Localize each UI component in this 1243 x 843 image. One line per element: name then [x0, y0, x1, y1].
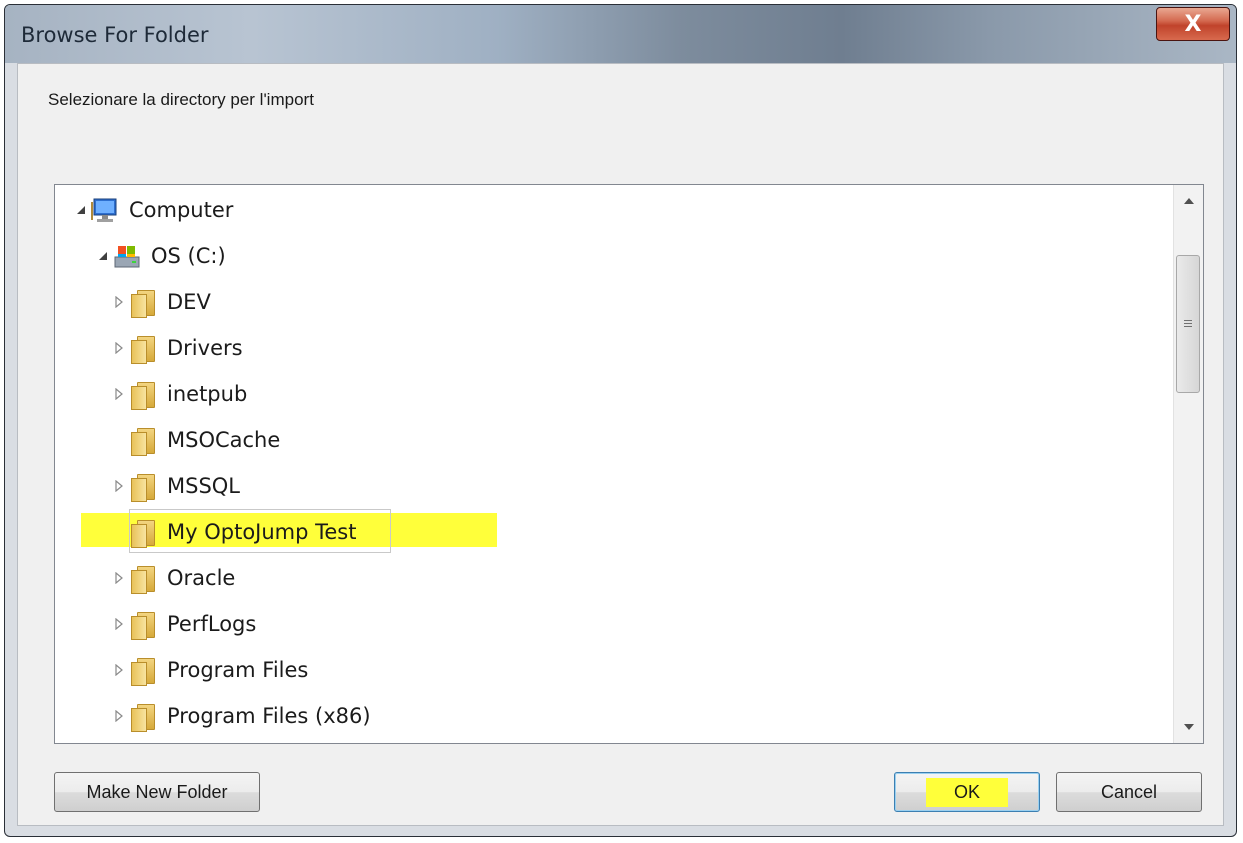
dialog-body: Selezionare la directory per l'import Co… — [17, 63, 1224, 826]
folder-icon — [129, 656, 155, 686]
expanded-arrow-icon[interactable] — [75, 204, 87, 216]
folder-icon — [129, 610, 155, 640]
tree-item-label: Oracle — [167, 566, 236, 590]
tree-item-program-files-x86[interactable]: Program Files (x86) — [113, 695, 371, 737]
tree-item-computer[interactable]: Computer — [75, 189, 233, 231]
browse-for-folder-dialog: Browse For Folder X Selezionare la direc… — [4, 4, 1237, 837]
cancel-button[interactable]: Cancel — [1056, 772, 1202, 812]
prompt-text: Selezionare la directory per l'import — [48, 90, 314, 109]
close-icon: X — [1184, 11, 1202, 37]
tree-item-label: MSSQL — [167, 474, 241, 498]
tree-item-perflogs[interactable]: PerfLogs — [113, 603, 256, 645]
window-title: Browse For Folder — [21, 23, 209, 47]
folder-icon — [129, 472, 155, 502]
tree-item-dev[interactable]: DEV — [113, 281, 211, 323]
tree-item-label: Computer — [129, 198, 234, 222]
grip-icon — [1184, 320, 1192, 327]
scrollbar-thumb[interactable] — [1176, 255, 1200, 393]
tree-item-inetpub[interactable]: inetpub — [113, 373, 247, 415]
collapsed-arrow-icon[interactable] — [113, 388, 125, 400]
tree-item-program-files[interactable]: Program Files — [113, 649, 308, 691]
collapsed-arrow-icon[interactable] — [113, 480, 125, 492]
expanded-arrow-icon[interactable] — [97, 250, 109, 262]
collapsed-arrow-icon[interactable] — [113, 664, 125, 676]
tree-item-label: Program Files — [167, 658, 309, 682]
make-new-folder-button[interactable]: Make New Folder — [54, 772, 260, 812]
collapsed-arrow-icon[interactable] — [113, 296, 125, 308]
tree-item-label: My OptoJump Test — [167, 520, 357, 544]
drive-icon — [114, 246, 140, 268]
collapsed-arrow-icon[interactable] — [113, 710, 125, 722]
tree-item-label: inetpub — [167, 382, 248, 406]
folder-icon — [129, 564, 155, 594]
scroll-down-arrow-icon[interactable] — [1174, 715, 1203, 739]
folder-tree[interactable]: Computer OS (C:) DEV Drivers inetpub MSO… — [54, 184, 1204, 744]
folder-icon — [129, 380, 155, 410]
tree-item-label: PerfLogs — [167, 612, 257, 636]
computer-icon — [91, 198, 117, 222]
folder-icon — [129, 702, 155, 732]
tree-item-label: MSOCache — [167, 428, 281, 452]
tree-item-msocache[interactable]: MSOCache — [113, 419, 280, 461]
close-button[interactable]: X — [1156, 7, 1230, 41]
tree-item-label: DEV — [167, 290, 211, 314]
ok-button[interactable]: OK — [894, 772, 1040, 812]
tree-item-os-drive[interactable]: OS (C:) — [97, 235, 226, 277]
tree-item-drivers[interactable]: Drivers — [113, 327, 243, 369]
tree-item-label: Program Files (x86) — [167, 704, 371, 728]
scroll-up-arrow-icon[interactable] — [1174, 189, 1203, 213]
collapsed-arrow-icon[interactable] — [113, 572, 125, 584]
folder-icon — [129, 518, 155, 548]
collapsed-arrow-icon[interactable] — [113, 342, 125, 354]
title-bar[interactable]: Browse For Folder X — [5, 5, 1236, 63]
collapsed-arrow-icon[interactable] — [113, 618, 125, 630]
ok-button-label: OK — [925, 777, 1008, 807]
folder-icon — [129, 334, 155, 364]
tree-item-my-optojump-test[interactable]: My OptoJump Test — [113, 511, 356, 553]
tree-item-label: OS (C:) — [151, 244, 226, 268]
folder-icon — [129, 288, 155, 318]
vertical-scrollbar[interactable] — [1173, 185, 1203, 743]
folder-icon — [129, 426, 155, 456]
tree-item-mssql[interactable]: MSSQL — [113, 465, 240, 507]
tree-item-oracle[interactable]: Oracle — [113, 557, 235, 599]
tree-item-label: Drivers — [167, 336, 243, 360]
